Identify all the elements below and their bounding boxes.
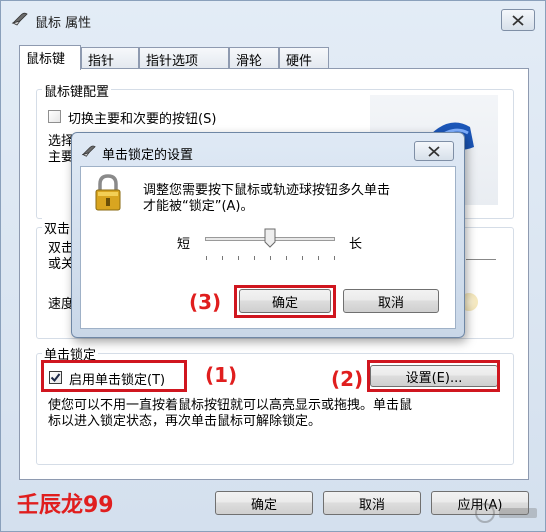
slider-tick (286, 256, 287, 260)
slider-tick (270, 256, 271, 260)
slider-tick (334, 256, 335, 260)
watermark-text: 壬辰龙99 (17, 493, 114, 518)
tab-buttons[interactable]: 鼠标键 (19, 45, 81, 70)
lock-duration-slider-thumb[interactable] (264, 228, 276, 248)
lock-icon (95, 174, 121, 211)
cancel-button[interactable]: 取消 (323, 491, 421, 515)
slider-tick (302, 256, 303, 260)
slider-long-label: 长 (349, 237, 363, 252)
annotation-box-step1 (41, 360, 187, 392)
swap-buttons-label: 切换主要和次要的按钮(S) (68, 112, 217, 127)
annotation-step3: (3) (189, 290, 222, 314)
slider-short-label: 短 (177, 237, 191, 252)
dialog-title: 单击锁定的设置 (102, 148, 194, 163)
annotation-box-step2 (367, 360, 500, 392)
slider-tick (254, 256, 255, 260)
title-bar: 鼠标 属性 (1, 1, 545, 37)
button-config-label: 鼠标键配置 (42, 81, 112, 100)
close-icon (428, 145, 440, 157)
annotation-box-step3 (234, 285, 336, 318)
baidu-watermark-logo (471, 499, 541, 527)
mouse-properties-window: 鼠标 属性 鼠标键 指针 指针选项 滑轮 硬件 鼠标键配置 切换主要和次要的按钮… (0, 0, 546, 532)
tab-hardware[interactable]: 硬件 (279, 47, 329, 69)
annotation-step2: (2) (331, 367, 364, 391)
ok-button[interactable]: 确定 (215, 491, 313, 515)
tab-pointer-options[interactable]: 指针选项 (139, 47, 229, 69)
mouse-pointer-icon (81, 145, 96, 157)
dialog-close-button[interactable] (414, 141, 454, 161)
double-click-label: 双击 (42, 218, 73, 237)
swap-buttons-checkbox[interactable] (48, 110, 61, 123)
tab-pointers[interactable]: 指针 (81, 47, 139, 69)
dialog-message-2: 才能被“锁定”(A)。 (143, 199, 254, 214)
close-button[interactable] (501, 9, 535, 31)
slider-tick (318, 256, 319, 260)
slider-tick (222, 256, 223, 260)
annotation-step1: (1) (205, 363, 238, 387)
window-title: 鼠标 属性 (35, 16, 92, 31)
speed-slider-track[interactable] (466, 259, 496, 260)
dialog-cancel-button[interactable]: 取消 (343, 289, 439, 313)
slider-tick (238, 256, 239, 260)
close-icon (512, 14, 524, 26)
clicklock-description-2: 标以进入锁定状态，再次单击鼠标可解除锁定。 (48, 414, 322, 429)
tab-wheel[interactable]: 滑轮 (229, 47, 279, 69)
slider-tick (206, 256, 207, 260)
mouse-pointer-icon (11, 12, 28, 26)
